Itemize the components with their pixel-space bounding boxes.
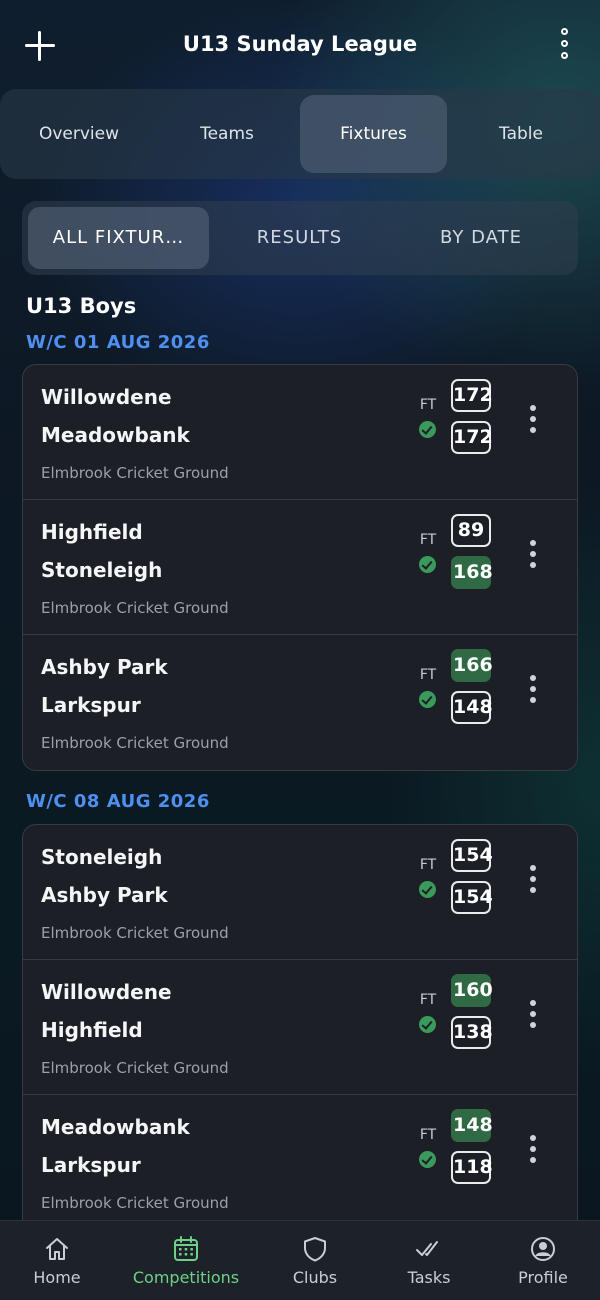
home-score: 148 bbox=[451, 1109, 493, 1142]
venue: Elmbrook Cricket Ground bbox=[41, 464, 229, 482]
away-score: 154 bbox=[451, 881, 493, 914]
home-score: 154 bbox=[451, 839, 493, 872]
match-status: FT bbox=[419, 532, 437, 548]
venue: Elmbrook Cricket Ground bbox=[41, 1194, 229, 1212]
page-title: U13 Sunday League bbox=[182, 32, 418, 56]
fixture-row[interactable]: Meadowbank Larkspur Elmbrook Cricket Gro… bbox=[23, 1095, 577, 1230]
fixture-card: Willowdene Meadowbank Elmbrook Cricket G… bbox=[22, 364, 578, 771]
away-score: 172 bbox=[451, 421, 493, 454]
nav-tasks[interactable]: Tasks bbox=[384, 1221, 474, 1300]
calendar-icon bbox=[174, 1236, 198, 1261]
match-status: FT bbox=[419, 857, 437, 873]
fixture-row[interactable]: Willowdene Meadowbank Elmbrook Cricket G… bbox=[23, 365, 577, 500]
away-team: Stoneleigh bbox=[41, 558, 163, 582]
group-title: U13 Boys bbox=[26, 294, 137, 318]
home-team: Highfield bbox=[41, 520, 143, 544]
fixture-row[interactable]: Stoneleigh Ashby Park Elmbrook Cricket G… bbox=[23, 825, 577, 960]
away-score: 148 bbox=[451, 691, 493, 724]
tab-overview[interactable]: Overview bbox=[6, 95, 152, 173]
more-options-icon[interactable] bbox=[527, 865, 539, 895]
user-circle-icon bbox=[531, 1237, 555, 1261]
nav-home[interactable]: Home bbox=[12, 1221, 102, 1300]
home-score: 166 bbox=[451, 649, 493, 682]
sub-tab-results[interactable]: RESULTS bbox=[209, 207, 390, 269]
check-circle-icon bbox=[419, 691, 436, 708]
away-team: Meadowbank bbox=[41, 423, 190, 447]
away-score: 168 bbox=[451, 556, 493, 589]
nav-label: Clubs bbox=[292, 1268, 338, 1287]
tab-teams[interactable]: Teams bbox=[154, 95, 300, 173]
week-heading: W/C 08 AUG 2026 bbox=[26, 791, 210, 812]
nav-clubs[interactable]: Clubs bbox=[270, 1221, 360, 1300]
tab-table[interactable]: Table bbox=[448, 95, 594, 173]
home-team: Stoneleigh bbox=[41, 845, 163, 869]
double-check-icon bbox=[416, 1241, 438, 1256]
venue: Elmbrook Cricket Ground bbox=[41, 924, 229, 942]
away-team: Larkspur bbox=[41, 1153, 141, 1177]
nav-competitions[interactable]: Competitions bbox=[124, 1221, 248, 1300]
home-score: 160 bbox=[451, 974, 493, 1007]
venue: Elmbrook Cricket Ground bbox=[41, 1059, 229, 1077]
check-circle-icon bbox=[419, 1016, 436, 1033]
away-score: 138 bbox=[451, 1016, 493, 1049]
venue: Elmbrook Cricket Ground bbox=[41, 734, 229, 752]
fixture-row[interactable]: Highfield Stoneleigh Elmbrook Cricket Gr… bbox=[23, 500, 577, 635]
shield-icon bbox=[304, 1237, 326, 1262]
match-status: FT bbox=[419, 397, 437, 413]
nav-label: Tasks bbox=[407, 1268, 451, 1287]
away-team: Ashby Park bbox=[41, 883, 168, 907]
fixture-row[interactable]: Willowdene Highfield Elmbrook Cricket Gr… bbox=[23, 960, 577, 1095]
venue: Elmbrook Cricket Ground bbox=[41, 599, 229, 617]
sub-tabs: ALL FIXTUR… RESULTS BY DATE bbox=[22, 201, 578, 275]
nav-label: Profile bbox=[518, 1268, 568, 1287]
more-options-icon[interactable] bbox=[556, 28, 574, 62]
more-options-icon[interactable] bbox=[527, 675, 539, 705]
home-score: 89 bbox=[451, 514, 491, 547]
main-tabs: Overview Teams Fixtures Table bbox=[0, 89, 600, 179]
check-circle-icon bbox=[419, 556, 436, 573]
match-status: FT bbox=[419, 667, 437, 683]
home-score: 172 bbox=[451, 379, 493, 412]
away-score: 118 bbox=[451, 1151, 493, 1184]
check-circle-icon bbox=[419, 421, 436, 438]
nav-profile[interactable]: Profile bbox=[498, 1221, 588, 1300]
bottom-nav: Home Competitions Clubs Tasks Profile bbox=[0, 1220, 600, 1300]
fixture-card: Stoneleigh Ashby Park Elmbrook Cricket G… bbox=[22, 824, 578, 1244]
home-team: Ashby Park bbox=[41, 655, 168, 679]
top-bar: U13 Sunday League bbox=[0, 0, 600, 90]
more-options-icon[interactable] bbox=[527, 405, 539, 435]
home-team: Willowdene bbox=[41, 385, 172, 409]
home-icon bbox=[46, 1238, 68, 1260]
tab-fixtures[interactable]: Fixtures bbox=[300, 95, 447, 173]
nav-label: Home bbox=[33, 1268, 81, 1287]
home-team: Willowdene bbox=[41, 980, 172, 1004]
sub-tab-by-date[interactable]: BY DATE bbox=[390, 207, 572, 269]
week-heading: W/C 01 AUG 2026 bbox=[26, 332, 210, 353]
more-options-icon[interactable] bbox=[527, 1000, 539, 1030]
check-circle-icon bbox=[419, 1151, 436, 1168]
match-status: FT bbox=[419, 1127, 437, 1143]
match-status: FT bbox=[419, 992, 437, 1008]
more-options-icon[interactable] bbox=[527, 1135, 539, 1165]
more-options-icon[interactable] bbox=[527, 540, 539, 570]
sub-tab-all-fixtures[interactable]: ALL FIXTUR… bbox=[28, 207, 209, 269]
home-team: Meadowbank bbox=[41, 1115, 190, 1139]
fixture-row[interactable]: Ashby Park Larkspur Elmbrook Cricket Gro… bbox=[23, 635, 577, 770]
nav-label: Competitions bbox=[132, 1268, 240, 1287]
away-team: Larkspur bbox=[41, 693, 141, 717]
check-circle-icon bbox=[419, 881, 436, 898]
away-team: Highfield bbox=[41, 1018, 143, 1042]
